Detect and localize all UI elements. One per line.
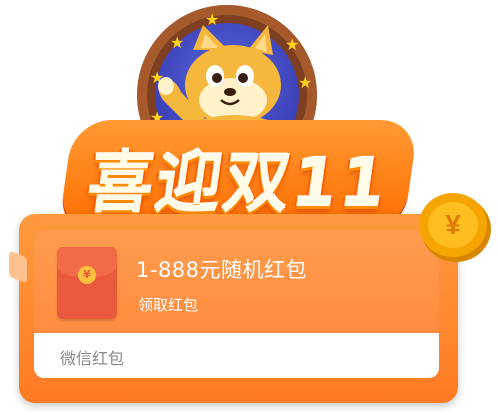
coin-symbol: ¥ bbox=[445, 209, 461, 240]
red-packet-card[interactable]: ¥ 1-888元随机红包 领取红包 微信红包 bbox=[9, 214, 458, 403]
claim-red-packet-link[interactable]: 领取红包 bbox=[138, 294, 198, 315]
yuan-badge-icon: ¥ bbox=[78, 266, 96, 284]
card-footer: 微信红包 bbox=[34, 333, 439, 378]
coupon-amount-range: 1-888元随机红包 bbox=[136, 258, 308, 282]
event-title: 喜迎双11 bbox=[82, 145, 394, 222]
red-packet-icon: ¥ bbox=[57, 247, 117, 319]
card-notch bbox=[9, 250, 27, 284]
yuan-coin-icon: ¥ bbox=[419, 193, 491, 262]
channel-label: 微信红包 bbox=[60, 349, 125, 368]
